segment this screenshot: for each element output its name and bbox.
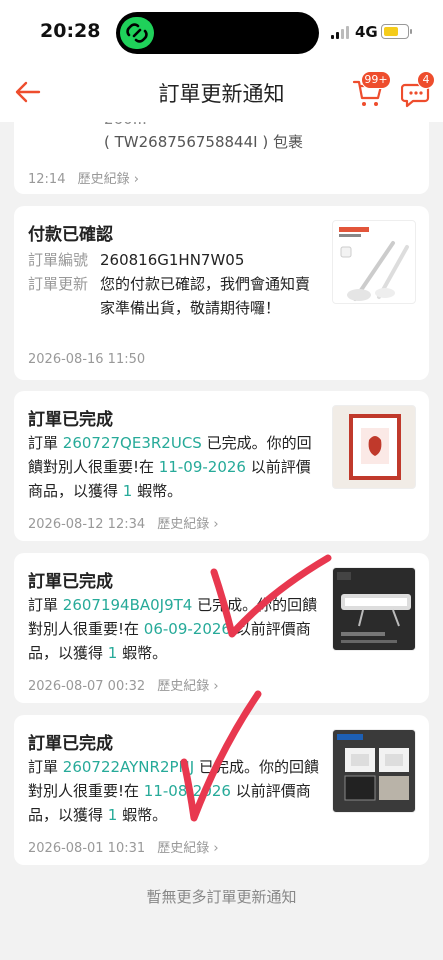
cart-count-badge: 99+: [361, 71, 391, 89]
card-title: 訂單已完成: [28, 572, 113, 592]
status-time: 20:28: [40, 20, 101, 42]
card-meta: 2026-08-07 00:32 歷史紀錄 ›: [28, 675, 227, 694]
product-thumbnail[interactable]: [332, 220, 416, 304]
order-update-row: 訂單更新 您的付款已確認，我們會通知賣家準備出貨，敬請期待囉！: [28, 272, 328, 344]
battery-icon: [381, 24, 409, 39]
card-message: 訂單 2607194BA0J9T4 已完成。你的回饋對別人很重要!在 06-09…: [28, 596, 318, 662]
card-body-top: 260... ( TW268756758844I ) 包裹: [104, 122, 404, 154]
coin-amount: 1: [107, 806, 118, 824]
order-number-link[interactable]: 2607194BA0J9T4: [63, 596, 193, 614]
product-thumbnail[interactable]: [332, 567, 416, 651]
deadline-date: 11-08-2026: [143, 782, 231, 800]
history-link[interactable]: 歷史紀錄 ›: [157, 517, 218, 532]
order-number-label: 訂單編號: [28, 251, 89, 269]
order-update-text: 您的付款已確認，我們會通知賣家準備出貨，敬請期待囉！: [100, 275, 311, 317]
card-title: 訂單已完成: [28, 734, 113, 754]
notification-card-shipping[interactable]: 260... ( TW268756758844I ) 包裹 12:14 歷史紀錄…: [14, 122, 429, 194]
signal-icon: [331, 26, 349, 39]
card-meta: 2026-08-12 12:34 歷史紀錄 ›: [28, 513, 227, 532]
network-label: 4G: [355, 23, 378, 41]
deadline-date: 06-09-2026: [143, 620, 231, 638]
history-link[interactable]: 歷史紀錄 ›: [157, 679, 218, 694]
end-of-list-note: 暫無更多訂單更新通知: [146, 888, 297, 906]
order-number-link[interactable]: 260722AYNR2PNJ: [63, 758, 194, 776]
card-title: 付款已確認: [28, 225, 113, 245]
switch-panel-image: [337, 734, 409, 801]
product-thumbnail[interactable]: [332, 729, 416, 813]
notification-card-completed[interactable]: 訂單已完成 訂單 260727QE3R2UCS 已完成。你的回饋對別人很重要!在…: [14, 391, 429, 541]
card-time: 2026-08-01 10:31: [28, 841, 146, 856]
order-number-value: 260816G1HN7W05: [100, 251, 245, 269]
history-link[interactable]: 歷史紀錄 ›: [78, 172, 139, 187]
card-meta: 12:14 歷史紀錄 ›: [28, 168, 147, 187]
notification-card-payment[interactable]: 付款已確認 訂單編號 260816G1HN7W05 訂單更新 您的付款已確認，我…: [14, 206, 429, 380]
notification-card-completed[interactable]: 訂單已完成 訂單 2607194BA0J9T4 已完成。你的回饋對別人很重要!在…: [14, 553, 429, 703]
card-time: 2026-08-12 12:34: [28, 517, 146, 532]
card-message: 訂單 260727QE3R2UCS 已完成。你的回饋對別人很重要!在 11-09…: [28, 434, 312, 500]
toilet-brush-image: [339, 227, 409, 301]
card-meta: 2026-08-16 11:50: [28, 352, 153, 367]
card-title: 訂單已完成: [28, 410, 113, 430]
dynamic-island: [116, 12, 319, 54]
history-link[interactable]: 歷史紀錄 ›: [157, 841, 218, 856]
product-thumbnail[interactable]: [332, 405, 416, 489]
notification-card-completed[interactable]: 訂單已完成 訂單 260722AYNR2PNJ 已完成。你的回饋對別人很重要!在…: [14, 715, 429, 865]
order-update-label: 訂單更新: [28, 275, 89, 293]
coin-amount: 1: [107, 644, 118, 662]
order-number-row: 訂單編號 260816G1HN7W05: [28, 248, 328, 272]
app-activity-icon: [120, 17, 154, 49]
tracking-text: ( TW268756758844I ) 包裹: [104, 133, 303, 151]
card-time: 2026-08-07 00:32: [28, 679, 146, 694]
card-time: 12:14: [28, 172, 66, 187]
chat-count-badge: 4: [417, 71, 435, 89]
deadline-date: 11-09-2026: [158, 458, 246, 476]
card-time: 2026-08-16 11:50: [28, 352, 146, 367]
card-message: 訂單 260722AYNR2PNJ 已完成。你的回饋對別人很重要!在 11-08…: [28, 758, 319, 824]
led-light-bar-image: [337, 572, 411, 643]
order-number-link[interactable]: 260727QE3R2UCS: [63, 434, 202, 452]
card-meta: 2026-08-01 10:31 歷史紀錄 ›: [28, 837, 227, 856]
battery-tip: [410, 29, 412, 34]
coin-amount: 1: [122, 482, 133, 500]
status-bar: 20:28 4G: [0, 0, 443, 62]
notification-feed[interactable]: 260... ( TW268756758844I ) 包裹 12:14 歷史紀錄…: [0, 122, 443, 960]
framed-art-image: [349, 414, 401, 480]
